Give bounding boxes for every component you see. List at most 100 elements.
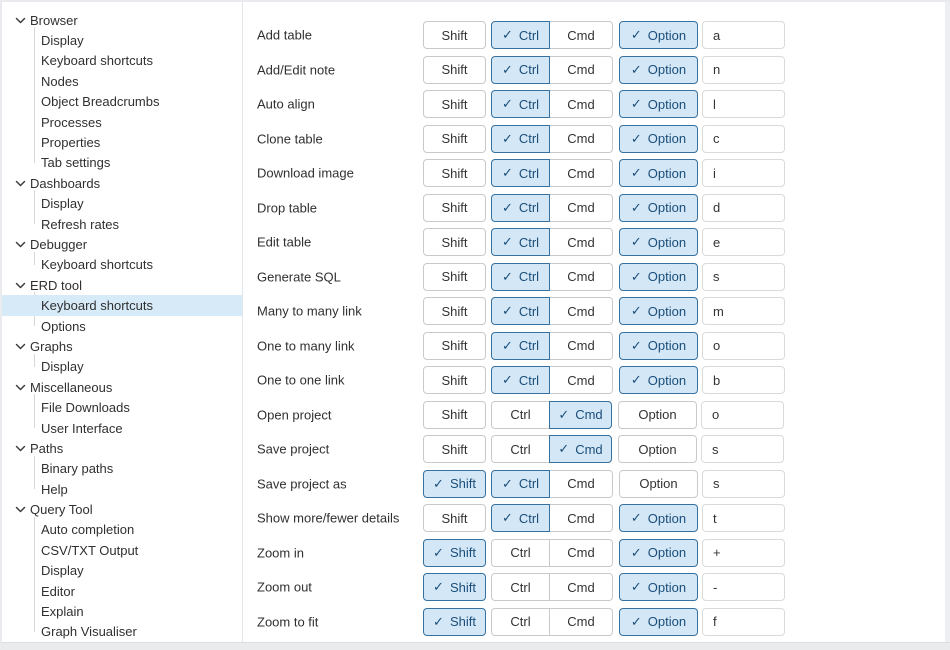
shift-toggle-button[interactable]: ✓Shift (423, 470, 486, 498)
tree-item-selected[interactable]: Keyboard shortcuts (2, 295, 242, 315)
cmd-toggle-button[interactable]: ✓Cmd (550, 21, 613, 49)
cmd-toggle-button[interactable]: ✓Cmd (550, 539, 613, 567)
option-toggle-button[interactable]: ✓Option (619, 539, 698, 567)
shift-toggle-button[interactable]: ✓Shift (423, 366, 486, 394)
tree-parent-item[interactable]: Dashboards (2, 173, 242, 193)
tree-parent-item[interactable]: Debugger (2, 234, 242, 254)
shift-toggle-button[interactable]: ✓Shift (423, 125, 486, 153)
option-toggle-button[interactable]: ✓Option (619, 228, 698, 256)
shortcut-key-input[interactable] (702, 470, 785, 498)
option-toggle-button[interactable]: ✓Option (619, 470, 698, 498)
shortcut-key-input[interactable] (701, 435, 784, 463)
tree-item[interactable]: Processes (2, 112, 242, 132)
tree-parent-item[interactable]: Graphs (2, 336, 242, 356)
cmd-toggle-button[interactable]: ✓Cmd (550, 194, 613, 222)
option-toggle-button[interactable]: ✓Option (619, 573, 698, 601)
tree-item[interactable]: Help (2, 479, 242, 499)
chevron-down-icon[interactable] (13, 178, 27, 189)
shortcut-key-input[interactable] (702, 56, 785, 84)
shift-toggle-button[interactable]: ✓Shift (423, 194, 486, 222)
shift-toggle-button[interactable]: ✓Shift (423, 573, 486, 601)
shortcut-key-input[interactable] (702, 194, 785, 222)
cmd-toggle-button[interactable]: ✓Cmd (550, 263, 613, 291)
cmd-toggle-button[interactable]: ✓Cmd (550, 228, 613, 256)
tree-item[interactable]: Graph Visualiser (2, 622, 242, 642)
cmd-toggle-button[interactable]: ✓Cmd (549, 435, 612, 463)
shift-toggle-button[interactable]: ✓Shift (423, 608, 486, 636)
option-toggle-button[interactable]: ✓Option (619, 21, 698, 49)
option-toggle-button[interactable]: ✓Option (619, 194, 698, 222)
shortcut-key-input[interactable] (702, 21, 785, 49)
ctrl-toggle-button[interactable]: ✓Ctrl (491, 470, 550, 498)
tree-item[interactable]: File Downloads (2, 397, 242, 417)
tree-item[interactable]: Display (2, 30, 242, 50)
tree-item[interactable]: Keyboard shortcuts (2, 255, 242, 275)
shift-toggle-button[interactable]: ✓Shift (423, 435, 486, 463)
option-toggle-button[interactable]: ✓Option (619, 263, 698, 291)
chevron-down-icon[interactable] (13, 382, 27, 393)
shortcut-key-input[interactable] (702, 125, 785, 153)
shortcut-key-input[interactable] (702, 90, 785, 118)
option-toggle-button[interactable]: ✓Option (619, 608, 698, 636)
shortcut-key-input[interactable] (702, 608, 785, 636)
shortcut-key-input[interactable] (702, 504, 785, 532)
ctrl-toggle-button[interactable]: ✓Ctrl (491, 194, 550, 222)
cmd-toggle-button[interactable]: ✓Cmd (550, 297, 613, 325)
chevron-down-icon[interactable] (13, 504, 27, 515)
tree-item[interactable]: Binary paths (2, 459, 242, 479)
chevron-down-icon[interactable] (13, 443, 27, 454)
tree-item[interactable]: Editor (2, 581, 242, 601)
ctrl-toggle-button[interactable]: ✓Ctrl (491, 56, 550, 84)
cmd-toggle-button[interactable]: ✓Cmd (550, 504, 613, 532)
tree-item[interactable]: Nodes (2, 71, 242, 91)
option-toggle-button[interactable]: ✓Option (619, 90, 698, 118)
cmd-toggle-button[interactable]: ✓Cmd (549, 401, 612, 429)
tree-item[interactable]: Keyboard shortcuts (2, 51, 242, 71)
ctrl-toggle-button[interactable]: ✓Ctrl (491, 401, 550, 429)
tree-item[interactable]: Display (2, 194, 242, 214)
option-toggle-button[interactable]: ✓Option (619, 504, 698, 532)
ctrl-toggle-button[interactable]: ✓Ctrl (491, 573, 550, 601)
shift-toggle-button[interactable]: ✓Shift (423, 263, 486, 291)
tree-parent-item[interactable]: ERD tool (2, 275, 242, 295)
ctrl-toggle-button[interactable]: ✓Ctrl (491, 504, 550, 532)
tree-parent-item[interactable]: Query Tool (2, 499, 242, 519)
shortcut-key-input[interactable] (701, 401, 784, 429)
shift-toggle-button[interactable]: ✓Shift (423, 504, 486, 532)
shortcut-key-input[interactable] (702, 159, 785, 187)
tree-item[interactable]: Tab settings (2, 153, 242, 173)
tree-parent-item[interactable]: Miscellaneous (2, 377, 242, 397)
cmd-toggle-button[interactable]: ✓Cmd (550, 56, 613, 84)
ctrl-toggle-button[interactable]: ✓Ctrl (491, 228, 550, 256)
shift-toggle-button[interactable]: ✓Shift (423, 21, 486, 49)
cmd-toggle-button[interactable]: ✓Cmd (550, 470, 613, 498)
shift-toggle-button[interactable]: ✓Shift (423, 159, 486, 187)
chevron-down-icon[interactable] (13, 280, 27, 291)
option-toggle-button[interactable]: ✓Option (619, 332, 698, 360)
ctrl-toggle-button[interactable]: ✓Ctrl (491, 435, 550, 463)
option-toggle-button[interactable]: ✓Option (619, 159, 698, 187)
cmd-toggle-button[interactable]: ✓Cmd (550, 125, 613, 153)
tree-parent-item[interactable]: Paths (2, 438, 242, 458)
tree-item[interactable]: Options (2, 316, 242, 336)
tree-item[interactable]: CSV/TXT Output (2, 540, 242, 560)
tree-item[interactable]: Auto completion (2, 520, 242, 540)
ctrl-toggle-button[interactable]: ✓Ctrl (491, 297, 550, 325)
ctrl-toggle-button[interactable]: ✓Ctrl (491, 332, 550, 360)
tree-item[interactable]: User Interface (2, 418, 242, 438)
shortcut-key-input[interactable] (702, 263, 785, 291)
shift-toggle-button[interactable]: ✓Shift (423, 332, 486, 360)
tree-parent-item[interactable]: Browser (2, 10, 242, 30)
option-toggle-button[interactable]: ✓Option (619, 56, 698, 84)
ctrl-toggle-button[interactable]: ✓Ctrl (491, 125, 550, 153)
option-toggle-button[interactable]: ✓Option (618, 401, 697, 429)
tree-item[interactable]: Object Breadcrumbs (2, 92, 242, 112)
option-toggle-button[interactable]: ✓Option (619, 125, 698, 153)
shortcut-key-input[interactable] (702, 332, 785, 360)
tree-item[interactable]: Explain (2, 601, 242, 621)
shift-toggle-button[interactable]: ✓Shift (423, 297, 486, 325)
chevron-down-icon[interactable] (13, 15, 27, 26)
ctrl-toggle-button[interactable]: ✓Ctrl (491, 90, 550, 118)
shortcut-key-input[interactable] (702, 228, 785, 256)
cmd-toggle-button[interactable]: ✓Cmd (550, 366, 613, 394)
